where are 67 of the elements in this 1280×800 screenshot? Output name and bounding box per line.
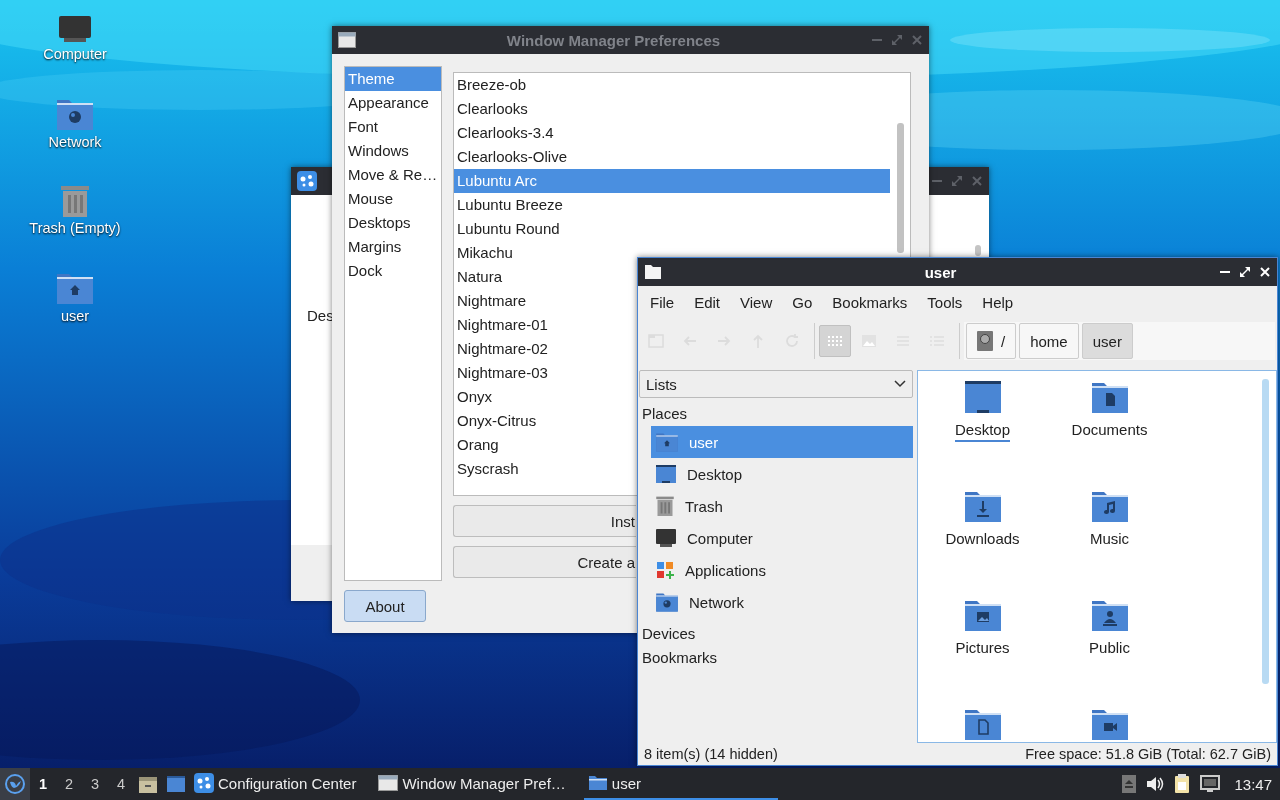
file-label[interactable]: Public [1089,639,1130,658]
clock[interactable]: 13:47 [1234,775,1272,793]
action-button[interactable]: Inst [453,505,636,537]
option-row[interactable]: Onyx-Citrus [454,409,540,433]
option-row[interactable]: Onyx [454,385,495,409]
path-button[interactable]: home [1019,323,1079,359]
category-item[interactable]: Desktops [345,211,441,235]
category-item[interactable]: Font [345,115,441,139]
place-item[interactable]: Network [651,586,913,618]
category-item[interactable]: Margins [345,235,441,259]
option-row[interactable]: Mikachu [454,241,516,265]
category-item[interactable]: Appearance [345,91,441,115]
option-row[interactable]: Nightmare-02 [454,337,551,361]
status-text: 8 item(s) (14 hidden) [644,746,778,762]
file-label[interactable]: Desktop [955,421,1010,442]
place-item[interactable]: Computer [651,522,913,554]
task-button[interactable]: Window Manager Pref… [374,768,570,800]
action-button[interactable]: Create a [453,546,636,578]
file-label[interactable]: Documents [1071,421,1148,440]
workspace-button[interactable]: 4 [108,768,134,800]
menu-item[interactable]: File [640,293,685,311]
about-button[interactable]: About [344,590,426,622]
path-button[interactable]: / [966,323,1017,359]
menu-item[interactable]: Go [782,293,823,311]
menu-item[interactable]: Tools [917,293,973,311]
category-item[interactable]: Dock [345,259,441,283]
task-button[interactable]: user [583,768,778,800]
label-text: Des [307,307,335,324]
option-row[interactable]: Breeze-ob [454,73,530,97]
workspace-button[interactable]: 2 [56,768,82,800]
file-label[interactable]: Music [1089,530,1130,549]
option-row[interactable]: Natura [454,265,506,289]
file-label[interactable]: Pictures [955,639,1010,658]
menu-item[interactable]: Edit [684,293,731,311]
menu-item[interactable]: View [730,293,783,311]
option-row[interactable]: Nightmare-03 [454,361,551,385]
path-button[interactable]: user [1081,323,1133,359]
option-row[interactable]: Lubuntu Breeze [454,193,566,217]
option-row[interactable]: Clearlooks-Olive [454,145,571,169]
status-text: Free space: 51.8 GiB (Total: 62.7 GiB) [1025,746,1271,762]
window-title: Window Manager Preferences [505,31,722,49]
category-item[interactable]: Mouse [345,187,441,211]
place-item[interactable]: Applications [651,554,913,586]
section-heading[interactable]: Devices [639,622,913,646]
menu-item[interactable]: Help [972,293,1024,311]
option-row[interactable]: Nightmare-01 [454,313,551,337]
side-pane-dropdown[interactable]: Lists [639,370,913,398]
task-button[interactable]: Configuration Center [190,768,361,800]
option-row[interactable]: Syscrash [454,457,522,481]
option-row[interactable]: Clearlooks-3.4 [454,121,557,145]
option-row[interactable]: Orang [454,433,502,457]
workspace-button[interactable]: 3 [82,768,108,800]
option-row[interactable]: Nightmare [454,289,530,313]
window-title: user [923,263,958,281]
option-row[interactable]: Clearlooks [454,97,531,121]
desktop-icon-label[interactable]: user [60,308,90,324]
menu-item[interactable]: Bookmarks [822,293,918,311]
place-item[interactable]: Desktop [651,458,913,490]
file-label[interactable]: Downloads [945,530,1020,549]
desktop-icon-label[interactable]: Trash (Empty) [29,220,121,236]
category-item[interactable]: Move & Re… [345,163,441,187]
option-row[interactable]: Lubuntu Round [454,217,563,241]
section-heading[interactable]: Bookmarks [639,646,913,670]
place-item[interactable]: Trash [651,490,913,522]
category-item[interactable]: Windows [345,139,441,163]
workspace-button[interactable]: 1 [30,768,56,800]
section-heading[interactable]: Places [639,402,913,426]
